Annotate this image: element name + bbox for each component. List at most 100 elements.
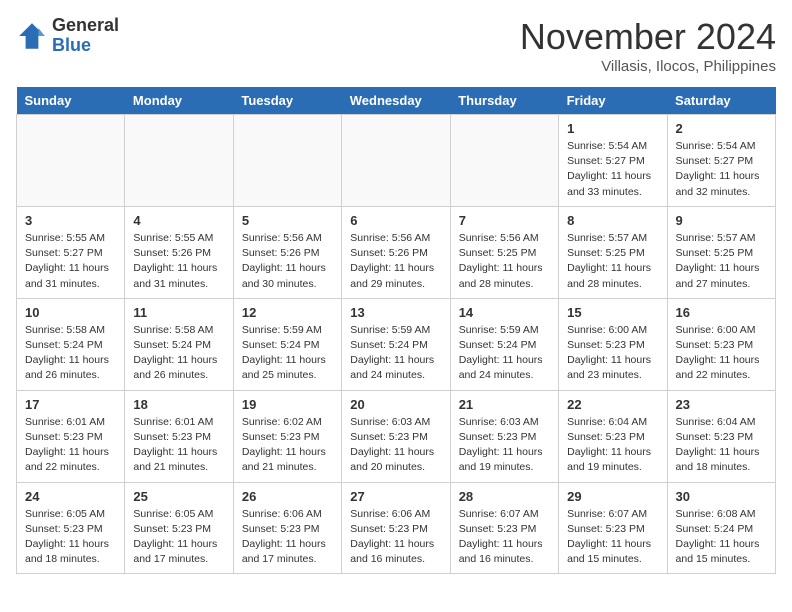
day-info: Sunrise: 5:59 AM Sunset: 5:24 PM Dayligh…	[242, 323, 333, 384]
logo-text: General Blue	[52, 16, 119, 56]
calendar-week-3: 10 Sunrise: 5:58 AM Sunset: 5:24 PM Dayli…	[17, 298, 776, 390]
calendar-cell: 25 Sunrise: 6:05 AM Sunset: 5:23 PM Dayli…	[125, 482, 233, 574]
day-number: 16	[676, 305, 767, 320]
day-number: 18	[133, 397, 224, 412]
weekday-header-sunday: Sunday	[17, 87, 125, 115]
day-info: Sunrise: 5:54 AM Sunset: 5:27 PM Dayligh…	[567, 139, 658, 200]
location-text: Villasis, Ilocos, Philippines	[520, 58, 776, 75]
day-number: 17	[25, 397, 116, 412]
day-number: 22	[567, 397, 658, 412]
day-number: 23	[676, 397, 767, 412]
weekday-header-thursday: Thursday	[450, 87, 558, 115]
day-info: Sunrise: 6:07 AM Sunset: 5:23 PM Dayligh…	[459, 507, 550, 568]
calendar-cell: 9 Sunrise: 5:57 AM Sunset: 5:25 PM Daylig…	[667, 206, 775, 298]
day-info: Sunrise: 5:58 AM Sunset: 5:24 PM Dayligh…	[25, 323, 116, 384]
day-number: 21	[459, 397, 550, 412]
calendar-week-5: 24 Sunrise: 6:05 AM Sunset: 5:23 PM Dayli…	[17, 482, 776, 574]
calendar-cell: 27 Sunrise: 6:06 AM Sunset: 5:23 PM Dayli…	[342, 482, 450, 574]
day-number: 9	[676, 213, 767, 228]
day-info: Sunrise: 6:00 AM Sunset: 5:23 PM Dayligh…	[676, 323, 767, 384]
calendar-cell: 18 Sunrise: 6:01 AM Sunset: 5:23 PM Dayli…	[125, 390, 233, 482]
calendar-cell: 17 Sunrise: 6:01 AM Sunset: 5:23 PM Dayli…	[17, 390, 125, 482]
day-number: 3	[25, 213, 116, 228]
day-number: 19	[242, 397, 333, 412]
calendar-cell: 4Sunrise: 5:55 AM Sunset: 5:26 PM Daylig…	[125, 206, 233, 298]
day-info: Sunrise: 6:02 AM Sunset: 5:23 PM Dayligh…	[242, 415, 333, 476]
day-info: Sunrise: 5:56 AM Sunset: 5:26 PM Dayligh…	[242, 231, 333, 292]
calendar-cell: 28 Sunrise: 6:07 AM Sunset: 5:23 PM Dayli…	[450, 482, 558, 574]
calendar-cell	[17, 115, 125, 207]
day-info: Sunrise: 5:57 AM Sunset: 5:25 PM Dayligh…	[676, 231, 767, 292]
calendar-cell: 15 Sunrise: 6:00 AM Sunset: 5:23 PM Dayli…	[559, 298, 667, 390]
day-info: Sunrise: 5:59 AM Sunset: 5:24 PM Dayligh…	[459, 323, 550, 384]
day-info: Sunrise: 6:00 AM Sunset: 5:23 PM Dayligh…	[567, 323, 658, 384]
calendar-cell: 29 Sunrise: 6:07 AM Sunset: 5:23 PM Dayli…	[559, 482, 667, 574]
weekday-header-wednesday: Wednesday	[342, 87, 450, 115]
calendar-week-1: 1 Sunrise: 5:54 AM Sunset: 5:27 PM Daylig…	[17, 115, 776, 207]
day-info: Sunrise: 6:01 AM Sunset: 5:23 PM Dayligh…	[133, 415, 224, 476]
day-number: 13	[350, 305, 441, 320]
day-number: 30	[676, 489, 767, 504]
calendar-cell: 21 Sunrise: 6:03 AM Sunset: 5:23 PM Dayli…	[450, 390, 558, 482]
calendar-week-4: 17 Sunrise: 6:01 AM Sunset: 5:23 PM Dayli…	[17, 390, 776, 482]
day-number: 10	[25, 305, 116, 320]
calendar-cell: 5 Sunrise: 5:56 AM Sunset: 5:26 PM Daylig…	[233, 206, 341, 298]
page-header: General Blue November 2024 Villasis, Ilo…	[16, 16, 776, 75]
calendar-cell: 30 Sunrise: 6:08 AM Sunset: 5:24 PM Dayli…	[667, 482, 775, 574]
day-info: Sunrise: 6:06 AM Sunset: 5:23 PM Dayligh…	[350, 507, 441, 568]
day-info: Sunrise: 6:06 AM Sunset: 5:23 PM Dayligh…	[242, 507, 333, 568]
day-info: Sunrise: 6:03 AM Sunset: 5:23 PM Dayligh…	[350, 415, 441, 476]
weekday-header-saturday: Saturday	[667, 87, 775, 115]
calendar-cell: 14 Sunrise: 5:59 AM Sunset: 5:24 PM Dayli…	[450, 298, 558, 390]
calendar-cell: 6 Sunrise: 5:56 AM Sunset: 5:26 PM Daylig…	[342, 206, 450, 298]
day-number: 24	[25, 489, 116, 504]
day-info: Sunrise: 6:05 AM Sunset: 5:23 PM Dayligh…	[133, 507, 224, 568]
day-info: Sunrise: 6:04 AM Sunset: 5:23 PM Dayligh…	[567, 415, 658, 476]
day-info: Sunrise: 6:01 AM Sunset: 5:23 PM Dayligh…	[25, 415, 116, 476]
day-number: 27	[350, 489, 441, 504]
day-info: Sunrise: 6:07 AM Sunset: 5:23 PM Dayligh…	[567, 507, 658, 568]
calendar-table: SundayMondayTuesdayWednesdayThursdayFrid…	[16, 87, 776, 574]
day-info: Sunrise: 5:55 AM Sunset: 5:26 PM Dayligh…	[133, 231, 224, 292]
day-info: Sunrise: 6:08 AM Sunset: 5:24 PM Dayligh…	[676, 507, 767, 568]
day-number: 26	[242, 489, 333, 504]
calendar-cell	[450, 115, 558, 207]
day-info: Sunrise: 6:05 AM Sunset: 5:23 PM Dayligh…	[25, 507, 116, 568]
calendar-cell: 12 Sunrise: 5:59 AM Sunset: 5:24 PM Dayli…	[233, 298, 341, 390]
day-number: 15	[567, 305, 658, 320]
day-info: Sunrise: 5:56 AM Sunset: 5:25 PM Dayligh…	[459, 231, 550, 292]
calendar-cell: 8Sunrise: 5:57 AM Sunset: 5:25 PM Daylig…	[559, 206, 667, 298]
calendar-cell: 16 Sunrise: 6:00 AM Sunset: 5:23 PM Dayli…	[667, 298, 775, 390]
day-number: 12	[242, 305, 333, 320]
day-number: 5	[242, 213, 333, 228]
calendar-week-2: 3 Sunrise: 5:55 AM Sunset: 5:27 PM Daylig…	[17, 206, 776, 298]
calendar-cell: 3 Sunrise: 5:55 AM Sunset: 5:27 PM Daylig…	[17, 206, 125, 298]
day-info: Sunrise: 6:03 AM Sunset: 5:23 PM Dayligh…	[459, 415, 550, 476]
day-number: 6	[350, 213, 441, 228]
day-number: 14	[459, 305, 550, 320]
calendar-cell: 24 Sunrise: 6:05 AM Sunset: 5:23 PM Dayli…	[17, 482, 125, 574]
calendar-cell: 19 Sunrise: 6:02 AM Sunset: 5:23 PM Dayli…	[233, 390, 341, 482]
logo-general-text: General	[52, 16, 119, 36]
calendar-cell: 22 Sunrise: 6:04 AM Sunset: 5:23 PM Dayli…	[559, 390, 667, 482]
day-number: 11	[133, 305, 224, 320]
title-block: November 2024 Villasis, Ilocos, Philippi…	[520, 16, 776, 75]
day-info: Sunrise: 5:56 AM Sunset: 5:26 PM Dayligh…	[350, 231, 441, 292]
day-number: 2	[676, 121, 767, 136]
logo-blue-text: Blue	[52, 36, 119, 56]
day-number: 28	[459, 489, 550, 504]
calendar-cell: 2Sunrise: 5:54 AM Sunset: 5:27 PM Daylig…	[667, 115, 775, 207]
day-number: 29	[567, 489, 658, 504]
day-info: Sunrise: 5:55 AM Sunset: 5:27 PM Dayligh…	[25, 231, 116, 292]
calendar-cell	[233, 115, 341, 207]
calendar-cell: 26 Sunrise: 6:06 AM Sunset: 5:23 PM Dayli…	[233, 482, 341, 574]
weekday-header-monday: Monday	[125, 87, 233, 115]
day-number: 25	[133, 489, 224, 504]
day-number: 20	[350, 397, 441, 412]
calendar-cell: 13 Sunrise: 5:59 AM Sunset: 5:24 PM Dayli…	[342, 298, 450, 390]
day-info: Sunrise: 5:59 AM Sunset: 5:24 PM Dayligh…	[350, 323, 441, 384]
month-title: November 2024	[520, 16, 776, 58]
day-number: 1	[567, 121, 658, 136]
weekday-header-tuesday: Tuesday	[233, 87, 341, 115]
day-number: 8	[567, 213, 658, 228]
